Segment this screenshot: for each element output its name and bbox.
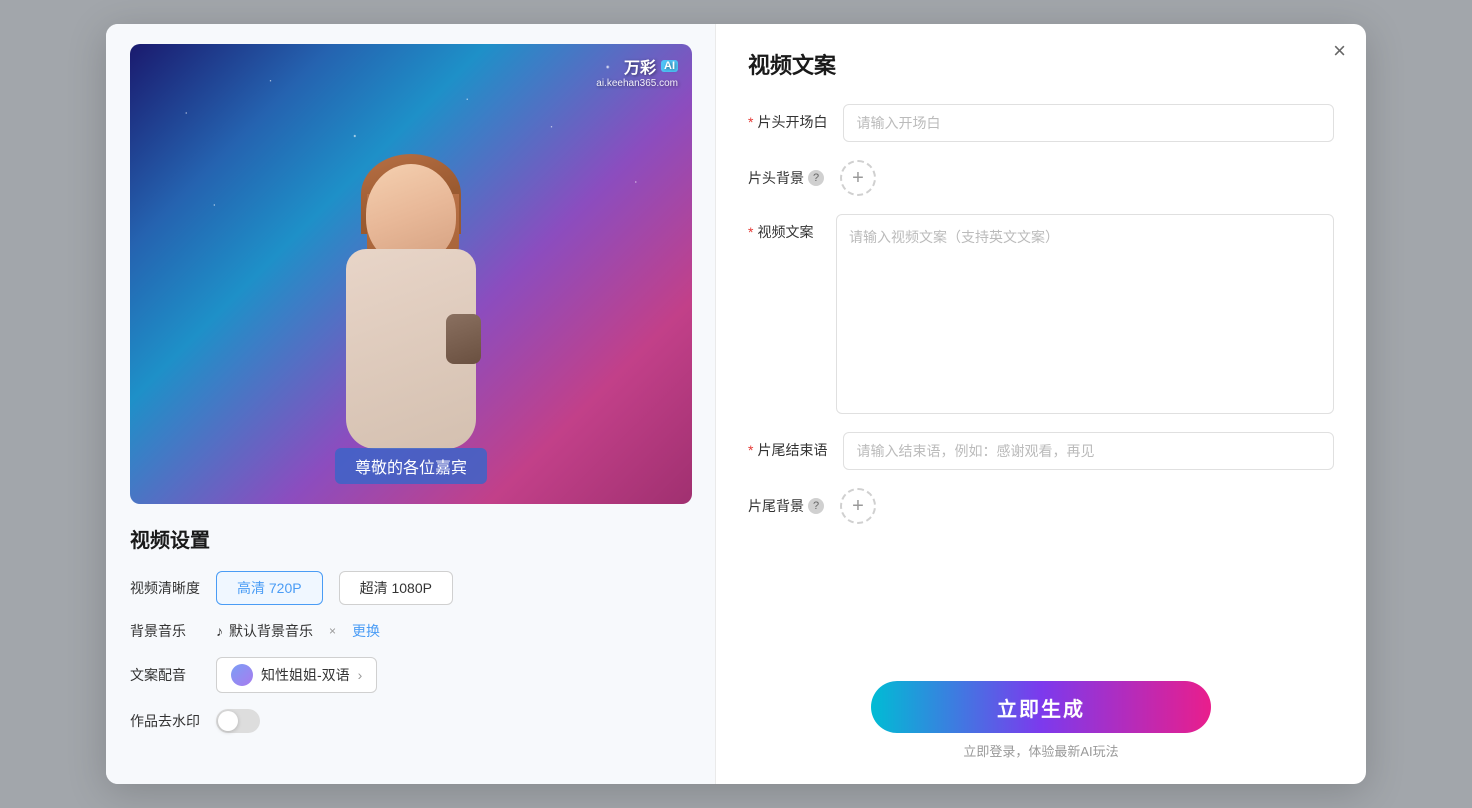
music-row: 背景音乐 ♪ 默认背景音乐 × 更换 bbox=[130, 621, 691, 641]
modal-overlay: × 万彩 AI ai.keehan365.com bbox=[0, 0, 1472, 808]
settings-title: 视频设置 bbox=[130, 524, 691, 553]
watermark-brand: 万彩 bbox=[624, 54, 656, 78]
ending-required-star: * bbox=[748, 442, 753, 458]
header-bg-help-icon[interactable]: ? bbox=[808, 170, 824, 186]
watermark-row: 作品去水印 bbox=[130, 709, 691, 733]
opening-row: * 片头开场白 bbox=[748, 104, 1334, 142]
opening-label-text: 片头开场白 bbox=[757, 112, 827, 132]
settings-section: 视频设置 视频清晰度 高清 720P 超清 1080P 背景音乐 ♪ 默认背景音… bbox=[130, 524, 691, 760]
quality-720p-button[interactable]: 高清 720P bbox=[216, 571, 323, 605]
panel-title: 视频文案 bbox=[748, 48, 1334, 80]
right-panel: 视频文案 * 片头开场白 片头背景 ? + * bbox=[716, 24, 1366, 784]
voice-avatar bbox=[231, 664, 253, 686]
ending-bg-row: 片尾背景 ? + bbox=[748, 488, 1334, 524]
header-bg-add-button[interactable]: + bbox=[840, 160, 876, 196]
video-preview: 万彩 AI ai.keehan365.com bbox=[130, 44, 692, 504]
ending-input[interactable] bbox=[843, 432, 1334, 470]
video-background: 万彩 AI ai.keehan365.com bbox=[130, 44, 692, 504]
watermark-label: 作品去水印 bbox=[130, 711, 200, 731]
avatar-bag bbox=[446, 314, 481, 364]
ending-bg-label-text: 片尾背景 bbox=[748, 496, 804, 516]
script-row: * 视频文案 bbox=[748, 214, 1334, 414]
ending-label: * 片尾结束语 bbox=[748, 432, 827, 460]
ending-bg-label: 片尾背景 ? bbox=[748, 488, 824, 516]
opening-input[interactable] bbox=[843, 104, 1334, 142]
music-change-button[interactable]: 更换 bbox=[352, 621, 380, 641]
watermark-ai-badge: AI bbox=[661, 60, 678, 72]
script-label-text: 视频文案 bbox=[757, 222, 813, 242]
toggle-knob bbox=[218, 711, 238, 731]
clarity-label: 视频清晰度 bbox=[130, 578, 200, 598]
music-remove-button[interactable]: × bbox=[329, 624, 336, 638]
chevron-right-icon: › bbox=[358, 667, 363, 683]
music-tag: ♪ 默认背景音乐 bbox=[216, 621, 313, 641]
music-name: 默认背景音乐 bbox=[229, 621, 313, 641]
generate-button[interactable]: 立即生成 bbox=[871, 681, 1211, 733]
generate-hint: 立即登录，体验最新AI玩法 bbox=[963, 741, 1118, 760]
watermark: 万彩 AI ai.keehan365.com bbox=[596, 54, 678, 89]
voice-row: 文案配音 知性姐姐-双语 › bbox=[130, 657, 691, 693]
watermark-url: ai.keehan365.com bbox=[596, 78, 678, 89]
close-button[interactable]: × bbox=[1333, 40, 1346, 62]
music-icon: ♪ bbox=[216, 623, 223, 639]
header-bg-label: 片头背景 ? bbox=[748, 160, 824, 188]
ending-bg-help-icon[interactable]: ? bbox=[808, 498, 824, 514]
header-bg-row: 片头背景 ? + bbox=[748, 160, 1334, 196]
header-bg-label-text: 片头背景 bbox=[748, 168, 804, 188]
voice-name: 知性姐姐-双语 bbox=[261, 665, 350, 685]
script-label: * 视频文案 bbox=[748, 214, 820, 242]
modal: × 万彩 AI ai.keehan365.com bbox=[106, 24, 1366, 784]
subtitle-text: 尊敬的各位嘉宾 bbox=[355, 460, 467, 477]
quality-1080p-button[interactable]: 超清 1080P bbox=[339, 571, 453, 605]
ending-label-text: 片尾结束语 bbox=[757, 440, 827, 460]
opening-required-star: * bbox=[748, 114, 753, 130]
music-label: 背景音乐 bbox=[130, 621, 200, 641]
ending-bg-add-button[interactable]: + bbox=[840, 488, 876, 524]
watermark-toggle[interactable] bbox=[216, 709, 260, 733]
opening-label: * 片头开场白 bbox=[748, 104, 827, 132]
script-required-star: * bbox=[748, 224, 753, 240]
generate-section: 立即生成 立即登录，体验最新AI玩法 bbox=[748, 681, 1334, 760]
voice-label: 文案配音 bbox=[130, 665, 200, 685]
subtitle-bar: 尊敬的各位嘉宾 bbox=[335, 448, 487, 484]
clarity-row: 视频清晰度 高清 720P 超清 1080P bbox=[130, 571, 691, 605]
script-textarea[interactable] bbox=[836, 214, 1334, 414]
left-panel: 万彩 AI ai.keehan365.com bbox=[106, 24, 716, 784]
voice-selector[interactable]: 知性姐姐-双语 › bbox=[216, 657, 377, 693]
ending-row: * 片尾结束语 bbox=[748, 432, 1334, 470]
